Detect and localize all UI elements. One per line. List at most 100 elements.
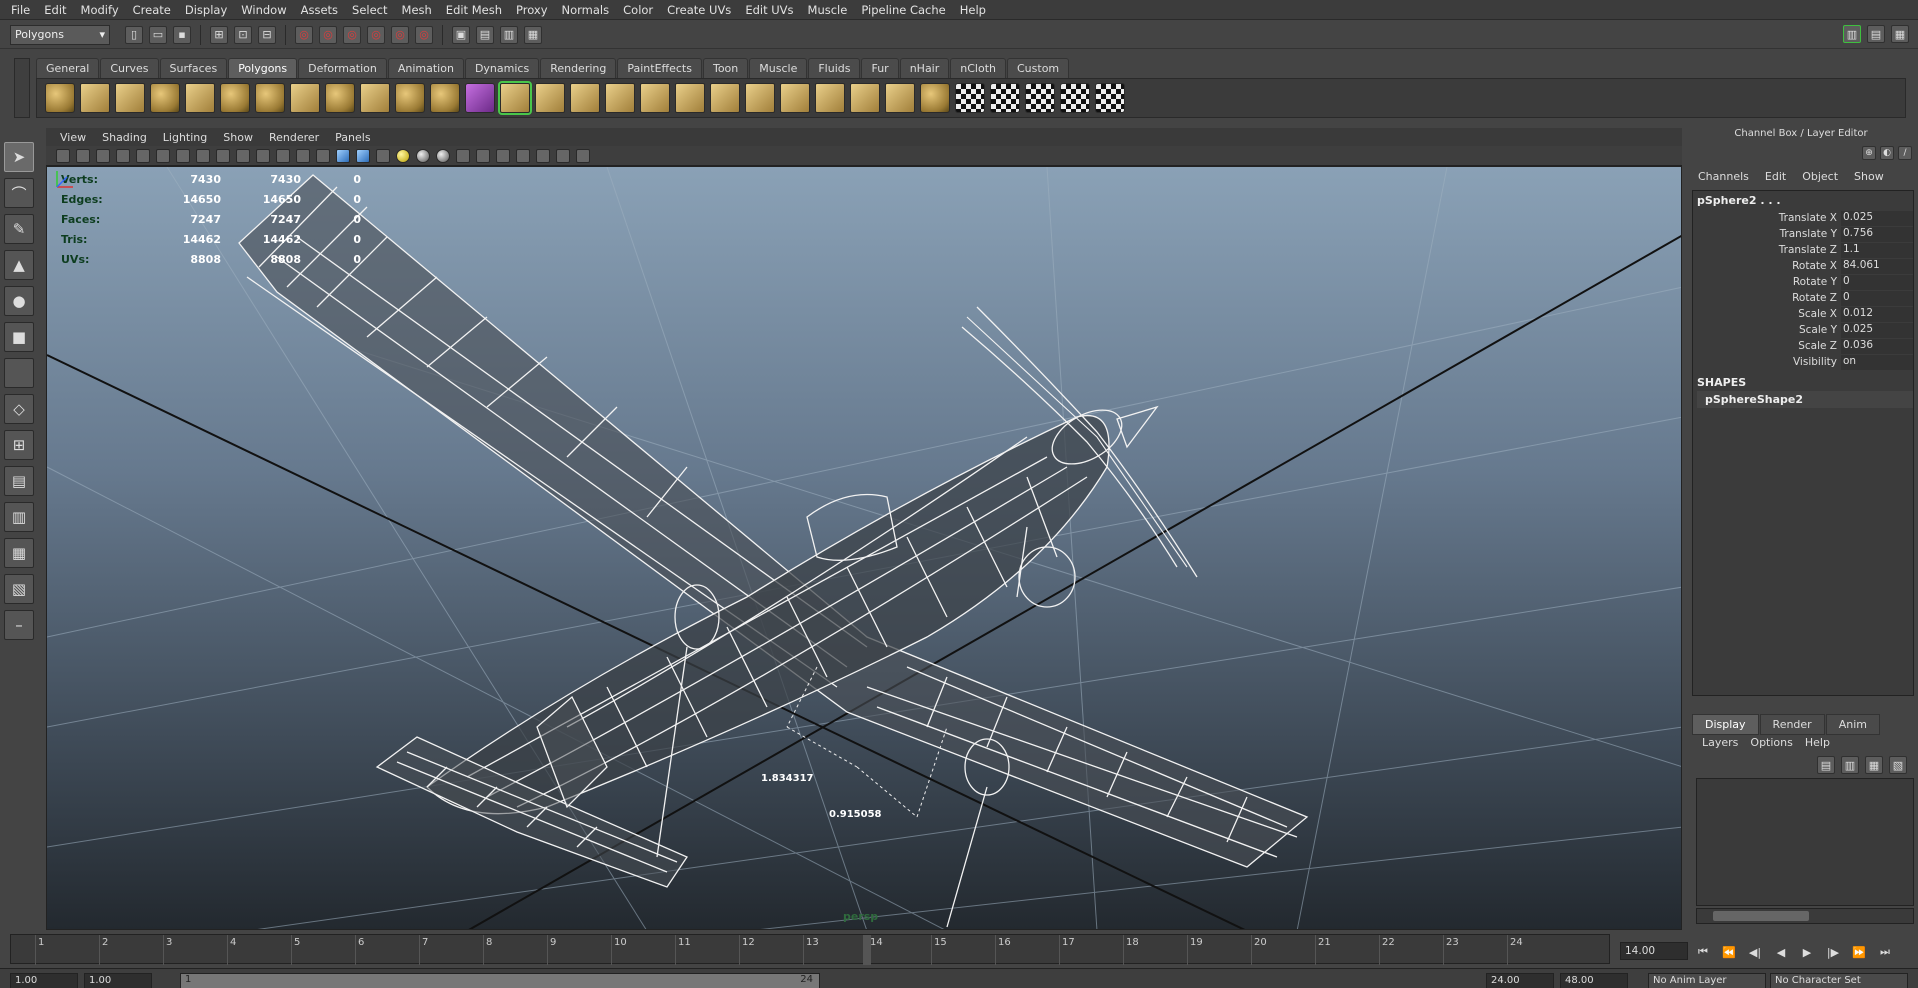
safe-title-icon[interactable] — [296, 148, 310, 163]
persp-graph-hypergraph-layout-icon[interactable]: ▧ — [4, 574, 34, 604]
attribute-value-field[interactable]: 0.756 — [1841, 226, 1913, 242]
shelf-tab-muscle[interactable]: Muscle — [749, 58, 808, 78]
attribute-value-field[interactable]: 0 — [1841, 290, 1913, 306]
shelf-handle[interactable] — [14, 58, 30, 118]
shelf-tab-deformation[interactable]: Deformation — [298, 58, 387, 78]
menu-window[interactable]: Window — [234, 3, 293, 17]
split-icon[interactable] — [605, 83, 635, 113]
merge-icon[interactable] — [745, 83, 775, 113]
panel-menu-shading[interactable]: Shading — [94, 131, 155, 144]
xray-joints-icon[interactable] — [516, 148, 530, 163]
panel-menu-panels[interactable]: Panels — [327, 131, 378, 144]
magnet-icon[interactable]: ◎ — [415, 25, 433, 44]
wireframe-on-shaded-icon[interactable] — [356, 148, 370, 163]
menu-edit[interactable]: Edit — [37, 3, 73, 17]
panel-menu-renderer[interactable]: Renderer — [261, 131, 327, 144]
attribute-value-field[interactable]: 0.025 — [1841, 210, 1913, 226]
tool-settings-toggle-icon[interactable]: ▤ — [1867, 25, 1885, 43]
history-icon[interactable]: ▣ — [452, 25, 470, 44]
2d-pan-zoom-icon[interactable] — [136, 148, 150, 163]
shadows-icon[interactable] — [416, 148, 430, 163]
use-all-lights-icon[interactable] — [396, 148, 410, 163]
play-backward-icon[interactable]: ◀ — [1770, 944, 1792, 960]
attribute-value-field[interactable]: on — [1841, 354, 1913, 370]
shelf-tab-curves[interactable]: Curves — [100, 58, 159, 78]
layer-down-icon[interactable]: ▥ — [1841, 756, 1859, 774]
pin-icon[interactable]: ⊕ — [1862, 146, 1876, 160]
wireframe-icon[interactable] — [316, 148, 330, 163]
layer-list-scrollbar[interactable] — [1696, 908, 1914, 924]
shelf-tab-dynamics[interactable]: Dynamics — [464, 58, 540, 78]
uv-planar-icon[interactable] — [885, 83, 915, 113]
duplicate-face-icon[interactable] — [780, 83, 810, 113]
select-component-icon[interactable]: ⊟ — [258, 25, 276, 44]
checker-4-icon[interactable] — [1060, 83, 1090, 113]
view-transform-icon[interactable] — [576, 148, 590, 163]
checker-3-icon[interactable] — [1025, 83, 1055, 113]
poly-plane-icon[interactable] — [185, 83, 215, 113]
append-icon[interactable] — [570, 83, 600, 113]
attribute-value-field[interactable]: 0.025 — [1841, 322, 1913, 338]
panel-menu-show[interactable]: Show — [215, 131, 261, 144]
move-tool-icon[interactable]: ▲ — [4, 250, 34, 280]
anim-layer-dropdown[interactable]: No Anim Layer — [1648, 973, 1766, 988]
menu-file[interactable]: File — [4, 3, 37, 17]
bevel-icon[interactable] — [710, 83, 740, 113]
shelf-tab-rendering[interactable]: Rendering — [540, 58, 617, 78]
menu-muscle[interactable]: Muscle — [801, 3, 855, 17]
single-perspective-layout-icon[interactable]: ◇ — [4, 394, 34, 424]
range-slider[interactable]: 1 24 — [180, 973, 820, 988]
bookmark-icon[interactable] — [96, 148, 110, 163]
extrude-icon[interactable] — [498, 81, 532, 115]
more-layouts-icon[interactable]: – — [4, 610, 34, 640]
shelf-tab-fur[interactable]: Fur — [861, 58, 899, 78]
poly-pipe-icon[interactable] — [290, 83, 320, 113]
select-camera-icon[interactable] — [56, 148, 70, 163]
attribute-value-field[interactable]: 84.061 — [1841, 258, 1913, 274]
lasso-tool-icon[interactable]: ⌒ — [4, 178, 34, 208]
shelf-tab-painteffects[interactable]: PaintEffects — [617, 58, 702, 78]
menu-edit-uvs[interactable]: Edit UVs — [738, 3, 800, 17]
animation-start-field[interactable]: 1.00 — [10, 973, 78, 988]
menu-create[interactable]: Create — [126, 3, 178, 17]
snap-curve-icon[interactable]: ◎ — [319, 25, 337, 44]
field-chart-icon[interactable] — [256, 148, 270, 163]
step-back-key-icon[interactable]: ⏪ — [1718, 944, 1740, 960]
checker-1-icon[interactable] — [955, 83, 985, 113]
new-layer-icon[interactable]: ▦ — [1865, 756, 1883, 774]
channel-menu-object[interactable]: Object — [1794, 170, 1846, 183]
poly-cube-icon[interactable] — [80, 83, 110, 113]
smooth-icon[interactable] — [430, 83, 460, 113]
layer-menu-options[interactable]: Options — [1744, 736, 1798, 749]
film-gate-icon[interactable] — [196, 148, 210, 163]
uv-sphere-icon[interactable] — [920, 83, 950, 113]
screen-space-ao-icon[interactable] — [436, 148, 450, 163]
checker-5-icon[interactable] — [1095, 83, 1125, 113]
attribute-value-field[interactable]: 0.036 — [1841, 338, 1913, 354]
gate-mask-icon[interactable] — [236, 148, 250, 163]
poly-sphere-icon[interactable] — [45, 83, 75, 113]
four-view-layout-icon[interactable]: ⊞ — [4, 430, 34, 460]
attribute-value-field[interactable]: 0 — [1841, 274, 1913, 290]
poly-prism-icon[interactable] — [255, 83, 285, 113]
go-to-end-icon[interactable]: ⏭ — [1874, 944, 1896, 960]
go-to-start-icon[interactable]: ⏮ — [1692, 944, 1714, 960]
step-forward-key-icon[interactable]: ⏩ — [1848, 944, 1870, 960]
mirror-icon[interactable] — [850, 83, 880, 113]
persp-outliner-layout-icon[interactable]: ▤ — [4, 466, 34, 496]
backface-culling-icon[interactable] — [536, 148, 550, 163]
shelf-tab-fluids[interactable]: Fluids — [808, 58, 861, 78]
new-scene-icon[interactable]: ▯ — [125, 25, 143, 44]
shelf-tab-nhair[interactable]: nHair — [899, 58, 950, 78]
boolean-icon[interactable] — [465, 83, 495, 113]
menu-display[interactable]: Display — [178, 3, 234, 17]
poly-cone-icon[interactable] — [150, 83, 180, 113]
textured-icon[interactable] — [376, 148, 390, 163]
current-frame-field[interactable]: 14.00 — [1620, 942, 1688, 960]
poly-torus-icon[interactable] — [220, 83, 250, 113]
persp-graph-layout-icon[interactable]: ▥ — [4, 502, 34, 532]
layer-up-icon[interactable]: ▤ — [1817, 756, 1835, 774]
snap-live-icon[interactable]: ◎ — [391, 25, 409, 44]
image-plane-icon[interactable] — [116, 148, 130, 163]
ipr-render-icon[interactable]: ▥ — [500, 25, 518, 44]
